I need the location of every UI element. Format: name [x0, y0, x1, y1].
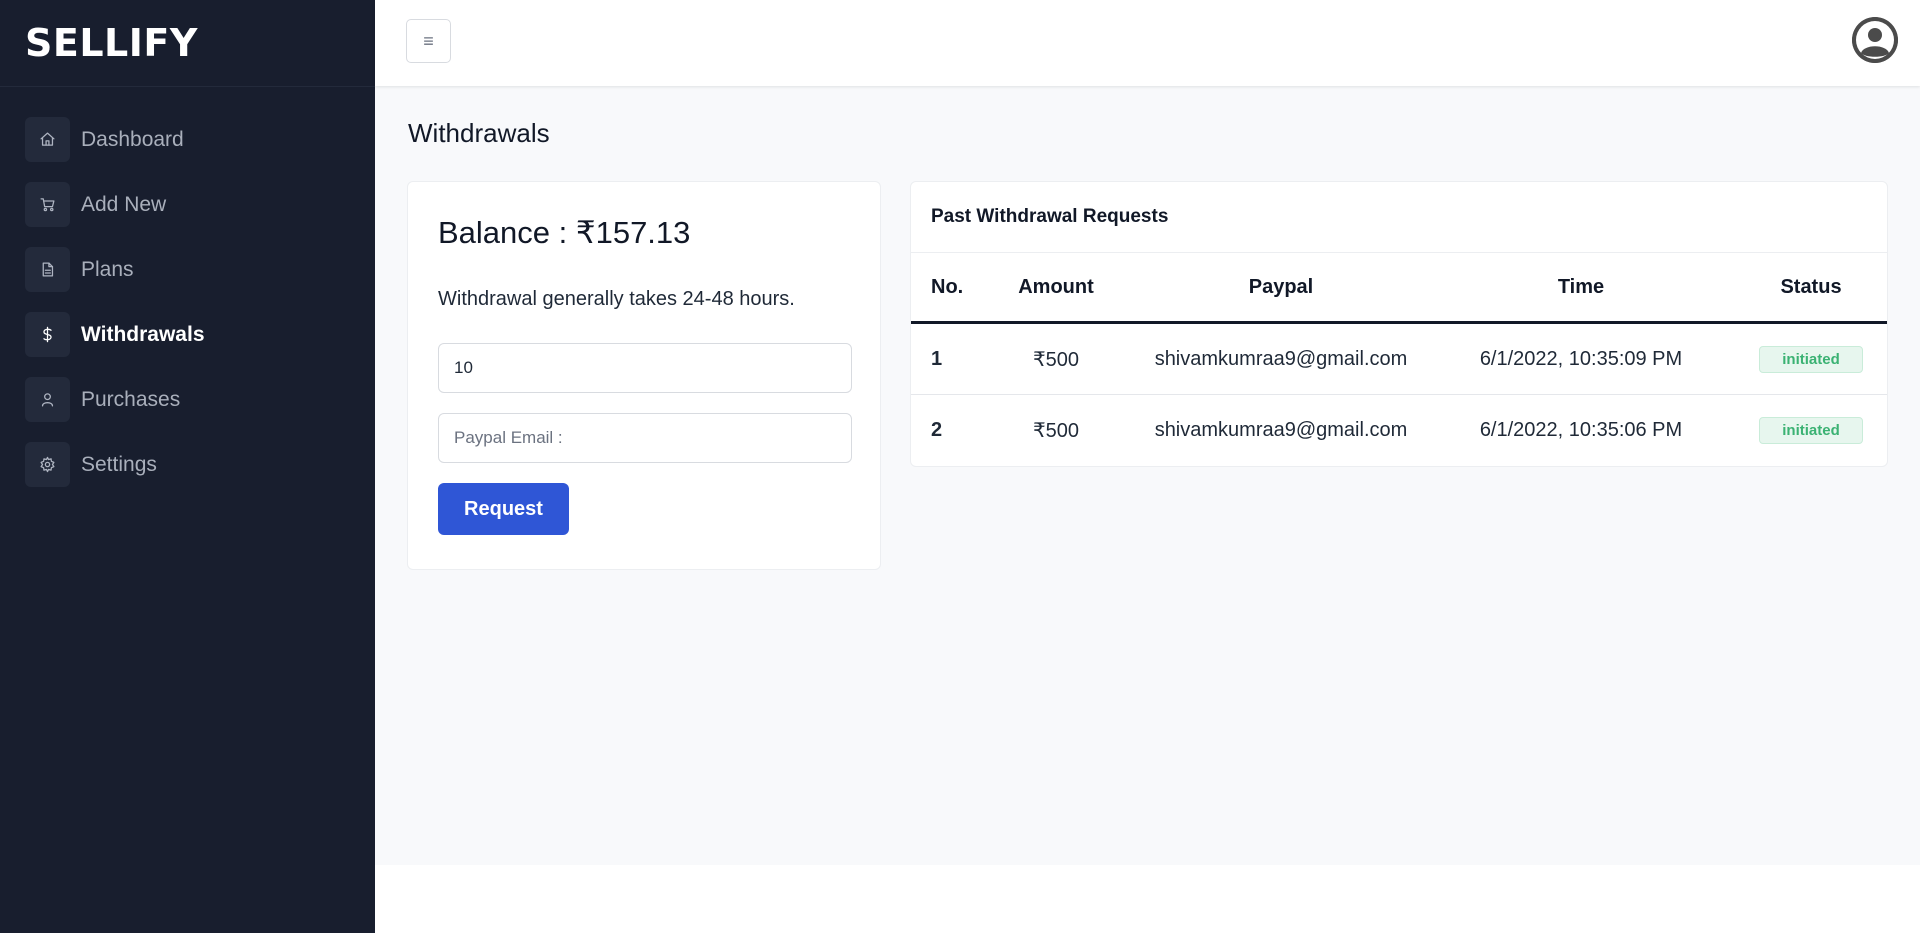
row-number: 1 — [931, 347, 943, 370]
hamburger-icon: ≡ — [423, 30, 434, 51]
menu-toggle-button[interactable]: ≡ — [406, 19, 451, 63]
sidebar-item-label: Purchases — [81, 387, 181, 411]
row-amount: ₹500 — [1032, 348, 1080, 371]
column-header-no: No. — [931, 275, 964, 298]
table-row: 1 ₹500 shivamkumraa9@gmail.com 6/1/2022,… — [911, 324, 1887, 395]
status-badge: initiated — [1759, 345, 1863, 373]
column-header-paypal: Paypal — [1248, 275, 1314, 298]
table-header-row: No. Amount Paypal Time Status — [911, 253, 1887, 324]
history-title: Past Withdrawal Requests — [931, 206, 1169, 227]
home-icon — [25, 117, 70, 162]
gear-icon — [25, 442, 70, 487]
column-header-time: Time — [1557, 275, 1605, 298]
row-status: initiated — [1756, 324, 1866, 394]
sidebar-item-settings[interactable]: Settings — [25, 442, 375, 487]
row-amount: ₹500 — [1032, 420, 1080, 442]
sidebar-item-withdrawals[interactable]: Withdrawals — [25, 312, 375, 357]
footer-area — [375, 865, 1920, 933]
balance-amount: Balance : ₹157.13 — [438, 215, 691, 250]
sidebar-item-label: Add New — [81, 192, 167, 216]
sidebar-item-label: Plans — [81, 257, 134, 281]
paypal-email-input[interactable] — [438, 413, 852, 463]
sidebar-item-dashboard[interactable]: Dashboard — [25, 117, 375, 162]
page-title: Withdrawals — [408, 118, 550, 148]
brand-logo[interactable]: SELLIFY — [0, 0, 375, 87]
withdrawal-history-card: Past Withdrawal Requests No. Amount Payp… — [910, 181, 1888, 467]
sidebar-item-add-new[interactable]: Add New — [25, 182, 375, 227]
sidebar-item-label: Withdrawals — [81, 322, 205, 346]
avatar[interactable] — [1852, 17, 1898, 63]
sidebar-nav: Dashboard Add New Plans Withdrawals Purc… — [0, 87, 375, 487]
column-header-amount: Amount — [1018, 275, 1094, 298]
row-paypal: shivamkumraa9@gmail.com — [1154, 419, 1408, 441]
sidebar-item-label: Dashboard — [81, 127, 184, 151]
table-row: 2 ₹500 shivamkumraa9@gmail.com 6/1/2022,… — [911, 395, 1887, 466]
row-time: 6/1/2022, 10:35:06 PM — [1479, 419, 1683, 441]
withdrawal-table: No. Amount Paypal Time Status 1 ₹500 shi… — [911, 252, 1887, 466]
brand-name: SELLIFY — [25, 21, 198, 65]
status-badge: initiated — [1759, 417, 1863, 444]
balance-card: Balance : ₹157.13 Withdrawal generally t… — [407, 181, 881, 570]
document-icon — [25, 247, 70, 292]
row-paypal: shivamkumraa9@gmail.com — [1154, 347, 1408, 370]
withdrawal-note: Withdrawal generally takes 24-48 hours. — [438, 288, 795, 310]
sidebar-item-purchases[interactable]: Purchases — [25, 377, 375, 422]
topbar: ≡ — [375, 0, 1920, 86]
amount-input[interactable] — [438, 343, 852, 393]
column-header-status: Status — [1780, 275, 1842, 298]
row-status: initiated — [1756, 395, 1866, 466]
main-content: Withdrawals Balance : ₹157.13 Withdrawal… — [375, 86, 1920, 865]
sidebar: SELLIFY Dashboard Add New Plans Withdraw… — [0, 0, 375, 933]
user-icon — [25, 377, 70, 422]
sidebar-item-label: Settings — [81, 452, 157, 476]
dollar-icon — [25, 312, 70, 357]
cart-icon — [25, 182, 70, 227]
user-avatar-icon — [1852, 17, 1898, 63]
row-time: 6/1/2022, 10:35:09 PM — [1479, 347, 1683, 370]
request-button[interactable]: Request — [438, 483, 569, 535]
row-number: 2 — [931, 419, 943, 441]
sidebar-item-plans[interactable]: Plans — [25, 247, 375, 292]
